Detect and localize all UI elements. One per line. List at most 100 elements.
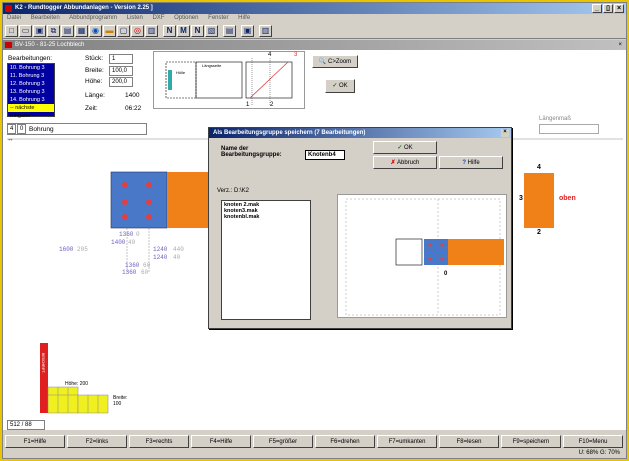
minimize-button[interactable]: _ <box>592 4 602 13</box>
preview-box: Hölle Längsseite 4 3 1 2 <box>153 51 305 109</box>
cut-icon[interactable]: ▤ <box>223 25 236 37</box>
fkey-f4[interactable]: F4=Hilfe <box>191 435 251 448</box>
save-group-dialog: Als Bearbeitungsgruppe speichern (7 Bear… <box>208 127 512 329</box>
stk-field[interactable]: 1 <box>109 54 133 64</box>
close-button[interactable]: × <box>614 4 624 13</box>
copy-icon[interactable]: ⧉ <box>47 25 60 37</box>
dim-1240-a: 1240 <box>153 246 168 253</box>
ok-button[interactable]: ✓ OK <box>325 79 355 93</box>
check-icon: ✓ <box>332 83 338 89</box>
menu-dxf[interactable]: DXF <box>152 15 164 21</box>
list-item[interactable]: 11. Bohrung 3 <box>8 72 54 80</box>
menu-lists[interactable]: Listen <box>127 15 143 21</box>
n-icon[interactable]: ◎ <box>131 25 144 37</box>
menu-edit[interactable]: Bearbeiten <box>31 15 60 21</box>
dialog-close-button[interactable]: × <box>501 129 509 137</box>
fkey-f3[interactable]: F3=rechts <box>129 435 189 448</box>
menu-abbund[interactable]: Abbundprogramm <box>69 15 117 21</box>
fkey-f2[interactable]: F2=links <box>67 435 127 448</box>
menu-file[interactable]: Datei <box>7 15 21 21</box>
stk-label: Stück: <box>85 55 104 62</box>
dim-0-a: 0 <box>136 231 140 238</box>
doc-icon[interactable]: ▧ <box>205 25 218 37</box>
zoom-button[interactable]: 🔍 C>Zoom <box>312 55 358 68</box>
layout-icon[interactable]: ▣ <box>241 25 254 37</box>
file-item[interactable]: knotenbl.mak <box>224 214 308 220</box>
dim-60-b: 60 <box>141 269 149 276</box>
file-list[interactable]: knoten 2.mak knoten3.mak knotenbl.mak <box>221 200 311 320</box>
status-usage: U: 68% G: 70% <box>578 450 620 456</box>
dialog-ok-button[interactable]: ✓ OK <box>373 141 437 154</box>
menu-window[interactable]: Fenster <box>208 15 228 21</box>
fkey-f1[interactable]: F1=Hilfe <box>5 435 65 448</box>
dot-icon[interactable]: ▢ <box>117 25 130 37</box>
side-label-2: 2 <box>537 229 541 236</box>
paste-icon[interactable]: ▦ <box>75 25 88 37</box>
side-label-4: 4 <box>537 164 541 171</box>
laenge-label: Länge: <box>85 92 105 99</box>
dialog-cancel-label: Abbruch <box>397 160 420 166</box>
fkey-f7[interactable]: F7=umkanten <box>377 435 437 448</box>
fkey-f6[interactable]: F6=drehen <box>315 435 375 448</box>
list-item[interactable]: 12. Bohrung 3 <box>8 80 54 88</box>
dim-1240-b: 1240 <box>153 254 168 261</box>
sub-window-title-text: BV-150 - 81-25 Lochblech <box>15 42 85 48</box>
fkey-f10[interactable]: F10=Menu <box>563 435 623 448</box>
flag-icon[interactable]: ▬ <box>103 25 116 37</box>
breite-field[interactable]: 100,0 <box>109 66 133 76</box>
dialog-preview: 0 <box>337 194 507 318</box>
list-item[interactable]: 13. Bohrung 3 <box>8 88 54 96</box>
print-icon[interactable]: ▤ <box>61 25 74 37</box>
processing-label: Bearbeitungen: <box>8 55 53 62</box>
dim-1360-c: 1360 <box>122 269 137 276</box>
new-icon[interactable]: □ <box>5 25 18 37</box>
m-icon[interactable]: ▥ <box>145 25 158 37</box>
dim-60-a: 60 <box>143 262 151 269</box>
dialog-titlebar: Als Bearbeitungsgruppe speichern (7 Bear… <box>209 128 511 138</box>
split-icon[interactable]: M <box>177 25 190 37</box>
preview-num-1: 1 <box>246 102 250 108</box>
sub-close-button[interactable]: × <box>618 40 622 50</box>
main-window: K2 - Rundtogger Abbundanlagen - Version … <box>2 2 627 459</box>
next-entry-item[interactable]: -- nächste Eingabe -- <box>8 104 54 119</box>
sub-window-title: BV-150 - 81-25 Lochblech × <box>3 40 626 50</box>
preview-num-2: 2 <box>270 102 274 108</box>
fkey-f9[interactable]: F9=speichern <box>501 435 561 448</box>
bar-width-label: Breite: 100 <box>113 395 128 407</box>
save-icon[interactable]: ▣ <box>33 25 46 37</box>
cross-icon: ✗ <box>390 160 396 166</box>
fkey-f5[interactable]: F5=größer <box>253 435 313 448</box>
dim-205: 205 <box>77 246 88 253</box>
op-field-box[interactable] <box>7 123 147 135</box>
preview-num-3: 3 <box>294 52 298 58</box>
menu-help[interactable]: Hilfe <box>238 15 250 21</box>
box-icon[interactable]: N <box>191 25 204 37</box>
page-indicator: 512 / 88 <box>7 420 45 430</box>
dialog-name-input[interactable]: Knotenb4 <box>305 150 345 160</box>
menu-options[interactable]: Optionen <box>174 15 198 21</box>
open-icon[interactable]: ▭ <box>19 25 32 37</box>
disk-icon[interactable]: ◉ <box>89 25 102 37</box>
magnifier-icon: 🔍 <box>318 59 327 65</box>
list-item[interactable]: 10. Bohrung 3 <box>8 64 54 72</box>
list-item[interactable]: 14. Bohrung 3 <box>8 96 54 104</box>
laenge-value: 1400 <box>125 92 140 99</box>
laengenmass-label: Längenmaß <box>539 116 572 122</box>
zeit-label: Zeit: <box>85 105 98 112</box>
breite-label: Breite: <box>85 67 104 74</box>
hoehe-label: Höhe: <box>85 78 103 85</box>
hoehe-field[interactable]: 200,0 <box>109 77 133 87</box>
processing-list[interactable]: 10. Bohrung 3 11. Bohrung 3 12. Bohrung … <box>7 63 55 119</box>
dialog-ok-label: OK <box>404 145 413 151</box>
dim-1600: 1600 <box>59 246 74 253</box>
laengenmass-field[interactable] <box>539 124 599 134</box>
dialog-preview-drawing <box>345 198 504 316</box>
grid-icon[interactable]: N <box>163 25 176 37</box>
side-label-oben: oben <box>559 195 576 202</box>
window-title: K2 - Rundtogger Abbundanlagen - Version … <box>15 5 153 11</box>
window-icon[interactable]: ▥ <box>259 25 272 37</box>
dialog-cancel-button[interactable]: ✗ Abbruch <box>373 156 437 169</box>
maximize-button[interactable]: ▯ <box>603 4 613 13</box>
fkey-f8[interactable]: F8=lesen <box>439 435 499 448</box>
dialog-help-button[interactable]: ? Hilfe <box>439 156 503 169</box>
